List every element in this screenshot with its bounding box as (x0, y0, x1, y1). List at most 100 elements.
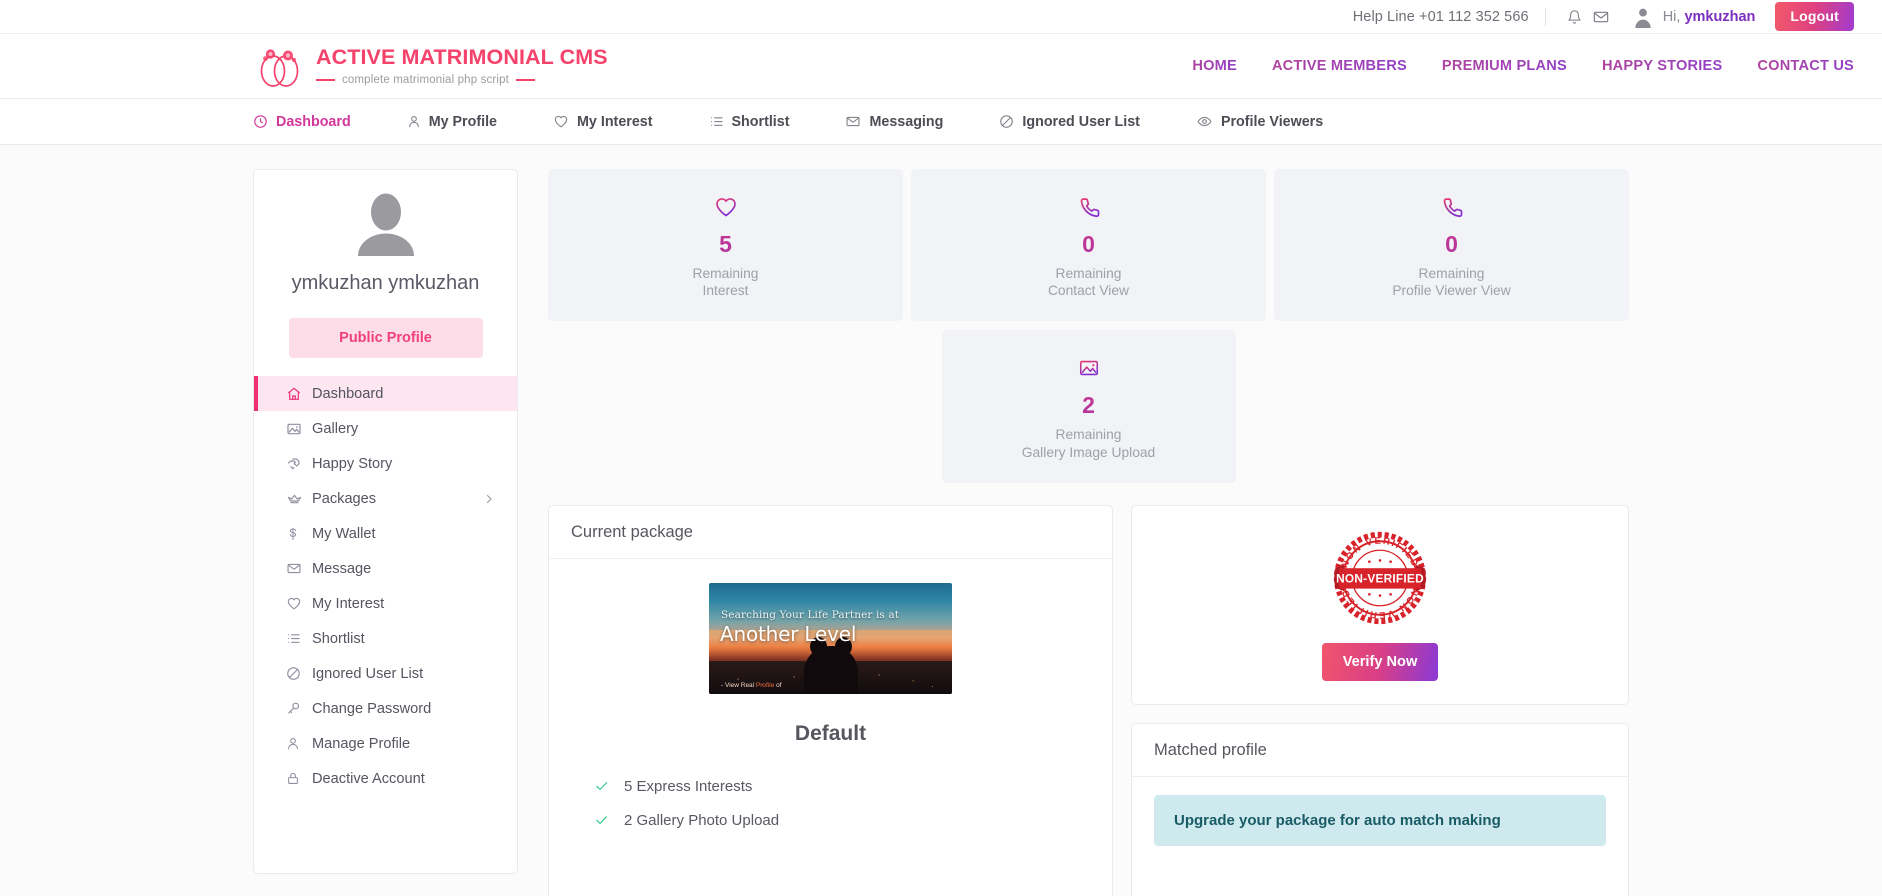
greeting-username: ymkuzhan (1684, 8, 1756, 25)
top-utility-bar: Help Line +01 112 352 566 Hi, ymkuzhan L… (0, 0, 1882, 34)
bell-icon[interactable] (1562, 6, 1588, 28)
verify-now-button[interactable]: Verify Now (1321, 642, 1439, 681)
banner-couple-silhouette (803, 636, 858, 694)
sidebar-item-my-interest[interactable]: My Interest (254, 586, 517, 621)
nav-link-happy-stories[interactable]: HAPPY STORIES (1602, 58, 1722, 74)
list-icon (709, 114, 724, 129)
mail-icon[interactable] (1588, 6, 1614, 28)
dashboard-icon (253, 114, 268, 129)
stat-value: 5 (558, 231, 893, 258)
chevron-right-icon (483, 493, 495, 505)
stat-card-remaining-interest: 5 Remaining Interest (548, 169, 903, 322)
package-feature: 5 Express Interests (593, 770, 1090, 804)
verification-card: NON VERIFIED NON VERIFIED NON-VERIFIED V… (1131, 504, 1629, 705)
stat-card-remaining-profile-viewer-view: 0 Remaining Profile Viewer View (1274, 169, 1629, 322)
sidebar-item-gallery[interactable]: Gallery (254, 411, 517, 446)
sidebar-item-shortlist[interactable]: Shortlist (254, 621, 517, 656)
decorative-dash-left (316, 79, 335, 81)
tab-label: My Profile (428, 113, 498, 130)
package-name: Default (794, 721, 867, 745)
stat-label: Remaining Contact View (921, 265, 1256, 299)
current-package-card: Current package Searching Your Life Part… (548, 504, 1113, 896)
sidebar-item-happy-story[interactable]: Happy Story (254, 446, 517, 481)
sidebar-item-label: Gallery (312, 420, 359, 437)
package-feature-list: 5 Express Interests 2 Gallery Photo Uplo… (571, 770, 1090, 838)
stat-label: Remaining Gallery Image Upload (952, 426, 1226, 460)
brand-subtitle: complete matrimonial php script (316, 74, 608, 86)
brand-title: ACTIVE MATRIMONIAL CMS (316, 45, 608, 70)
site-header: ACTIVE MATRIMONIAL CMS complete matrimon… (0, 34, 1882, 99)
greeting: Hi, ymkuzhan (1663, 9, 1756, 25)
sidebar-item-dashboard[interactable]: Dashboard (254, 376, 517, 412)
sidebar-item-packages[interactable]: Packages (254, 481, 517, 516)
tab-label: Shortlist (731, 113, 790, 130)
stat-value: 0 (1284, 231, 1619, 258)
sidebar-item-ignored-user-list[interactable]: Ignored User List (254, 656, 517, 691)
user-icon (286, 736, 307, 751)
sidebar-item-manage-profile[interactable]: Manage Profile (254, 726, 517, 761)
matched-profile-card: Matched profile Upgrade your package for… (1131, 722, 1629, 896)
tab-my-interest[interactable]: My Interest (553, 114, 653, 130)
stat-label-line2: Contact View (1047, 283, 1130, 299)
key-icon (286, 701, 307, 716)
sidebar-menu: Dashboard Gallery Happy Story Packages M… (254, 376, 517, 796)
profile-name: ymkuzhan ymkuzhan (291, 272, 480, 294)
sidebar-item-my-wallet[interactable]: My Wallet (254, 516, 517, 551)
tab-shortlist[interactable]: Shortlist (709, 113, 790, 130)
dashboard-tab-bar: Dashboard My Profile My Interest Shortli… (0, 99, 1882, 145)
phone-icon (1284, 193, 1619, 221)
dollar-icon (286, 526, 307, 542)
list-icon (286, 631, 307, 646)
logout-button[interactable]: Logout (1775, 2, 1854, 31)
banner-caption-a: - View Real (721, 681, 756, 689)
user-avatar-icon (350, 192, 422, 256)
envelope-icon (845, 114, 861, 129)
dashboard-main: 5 Remaining Interest 0 Remaining Contact… (548, 169, 1629, 896)
stat-label-line1: Remaining (692, 266, 759, 281)
sidebar-item-label: My Interest (312, 595, 385, 612)
stat-label-line2: Profile Viewer View (1392, 283, 1511, 299)
sidebar-item-label: Message (312, 560, 372, 577)
tab-my-profile[interactable]: My Profile (407, 114, 497, 130)
tab-profile-viewers[interactable]: Profile Viewers (1196, 114, 1323, 130)
banner-caption-b: Profile (755, 681, 775, 689)
sidebar-item-message[interactable]: Message (254, 551, 517, 586)
brand-subtitle-text: complete matrimonial php script (342, 73, 509, 86)
svg-text:NON VERIFIED: NON VERIFIED (1339, 587, 1422, 622)
ban-icon (286, 666, 307, 681)
sidebar-item-label: My Wallet (312, 525, 376, 542)
tab-dashboard[interactable]: Dashboard (253, 114, 351, 130)
stat-label-line1: Remaining (1418, 266, 1485, 281)
sidebar-item-label: Shortlist (312, 630, 365, 647)
banner-caption: - View Real Profile of (721, 682, 782, 689)
image-icon (286, 421, 307, 437)
sidebar-item-change-password[interactable]: Change Password (254, 691, 517, 726)
tab-ignored-user-list[interactable]: Ignored User List (999, 114, 1140, 130)
nav-link-home[interactable]: HOME (1192, 58, 1237, 74)
divider (1544, 7, 1546, 26)
stat-card-row: 5 Remaining Interest 0 Remaining Contact… (548, 169, 1629, 322)
sidebar-item-deactive-account[interactable]: Deactive Account (254, 761, 517, 796)
tab-label: Ignored User List (1022, 113, 1140, 130)
sidebar-item-label: Dashboard (312, 385, 384, 402)
stat-label: Remaining Interest (558, 265, 893, 299)
stat-label-line1: Remaining (1055, 266, 1122, 281)
ban-icon (999, 114, 1014, 129)
phone-icon (921, 193, 1256, 221)
brand-logo[interactable]: ACTIVE MATRIMONIAL CMS complete matrimon… (253, 44, 608, 88)
avatar (1632, 6, 1654, 28)
nav-link-contact-us[interactable]: CONTACT US (1757, 58, 1854, 74)
public-profile-button[interactable]: Public Profile (288, 318, 483, 359)
stat-label-line2: Interest (702, 283, 749, 299)
tab-messaging[interactable]: Messaging (845, 114, 943, 130)
nav-link-premium-plans[interactable]: PREMIUM PLANS (1442, 58, 1567, 74)
greeting-prefix: Hi, (1662, 8, 1681, 25)
tab-label: Messaging (869, 113, 944, 130)
package-feature-label: 5 Express Interests (624, 777, 753, 795)
stat-label-line1: Remaining (1055, 427, 1122, 443)
sidebar-item-label: Ignored User List (312, 665, 424, 682)
sidebar-item-label: Change Password (312, 700, 432, 717)
banner-headline-large: Another Level (720, 621, 857, 646)
nav-link-active-members[interactable]: ACTIVE MEMBERS (1272, 58, 1407, 74)
banner-headline-small: Searching Your Life Partner is at (721, 608, 900, 621)
